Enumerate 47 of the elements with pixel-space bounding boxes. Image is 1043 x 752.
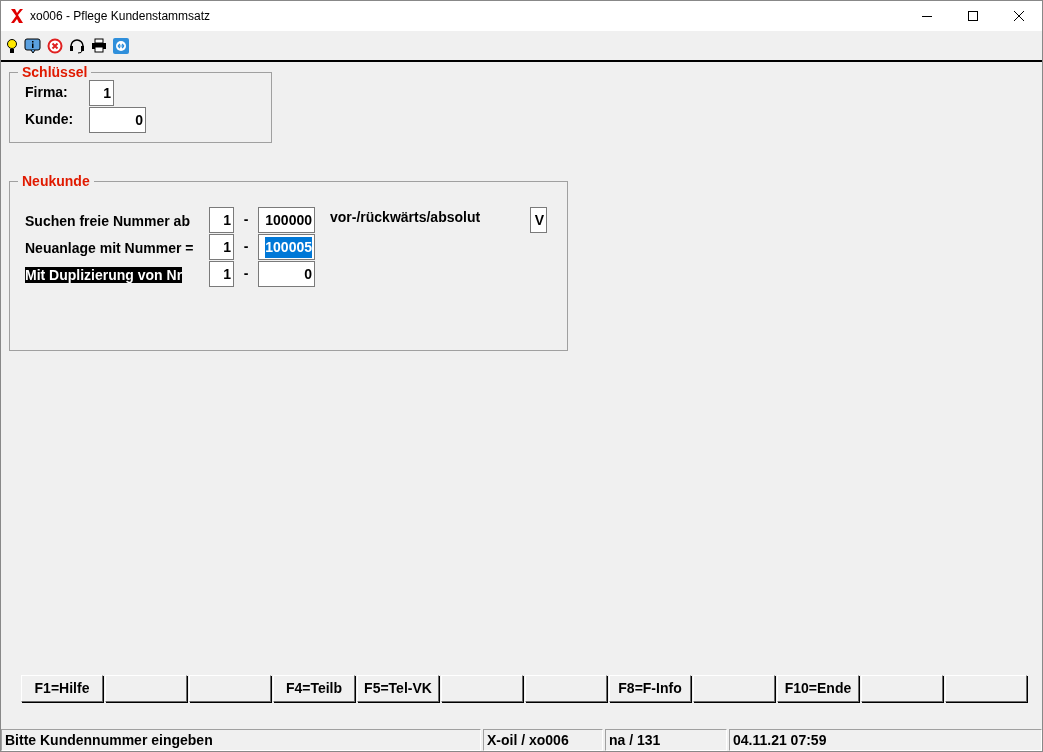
input-field[interactable]: 100005 bbox=[258, 234, 315, 260]
field-label: Suchen freie Nummer ab bbox=[25, 213, 190, 229]
empty-function-button[interactable] bbox=[105, 675, 187, 702]
app-logo-icon bbox=[10, 8, 24, 24]
empty-function-button[interactable] bbox=[693, 675, 775, 702]
empty-function-button[interactable] bbox=[945, 675, 1027, 702]
function-key-button[interactable]: F10=Ende bbox=[777, 675, 859, 702]
status-text: X-oil / xo006 bbox=[483, 729, 603, 751]
field-label: Kunde: bbox=[25, 110, 75, 129]
status-text: 04.11.21 07:59 bbox=[729, 729, 1042, 751]
empty-function-button[interactable] bbox=[441, 675, 523, 702]
field-label: Firma: bbox=[25, 83, 69, 102]
input-field[interactable]: 0 bbox=[89, 107, 146, 133]
input-field[interactable]: 1 bbox=[209, 234, 234, 260]
function-key-button[interactable]: F8=F-Info bbox=[609, 675, 691, 702]
group-title: Neukunde bbox=[18, 173, 94, 189]
function-key-button[interactable]: F5=Tel-VK bbox=[357, 675, 439, 702]
input-field[interactable]: 100000 bbox=[258, 207, 315, 233]
field-label: vor-/rückwärts/absolut bbox=[330, 208, 482, 227]
cancel-icon[interactable] bbox=[47, 37, 63, 54]
headset-icon[interactable] bbox=[69, 37, 85, 54]
field-label: Mit Duplizierung von Nr bbox=[25, 267, 183, 283]
input-field[interactable]: 0 bbox=[258, 261, 315, 287]
printer-icon[interactable] bbox=[91, 38, 107, 53]
status-text: na / 131 bbox=[605, 729, 727, 751]
info-icon[interactable] bbox=[24, 37, 41, 54]
separator-text: - bbox=[242, 264, 250, 283]
minimize-icon bbox=[922, 15, 932, 17]
maximize-icon bbox=[968, 11, 978, 21]
lightbulb-icon[interactable] bbox=[6, 37, 18, 54]
input-field[interactable]: 1 bbox=[209, 261, 234, 287]
empty-function-button[interactable] bbox=[189, 675, 271, 702]
function-key-button[interactable]: F4=Teilb bbox=[273, 675, 355, 702]
empty-function-button[interactable] bbox=[525, 675, 607, 702]
field-label: Neuanlage mit Nummer = bbox=[25, 240, 194, 256]
function-key-button[interactable]: F1=Hilfe bbox=[21, 675, 103, 702]
window-title: xo006 - Pflege Kundenstammsatz bbox=[30, 8, 211, 25]
close-icon bbox=[1014, 11, 1024, 21]
input-field[interactable]: 1 bbox=[209, 207, 234, 233]
remote-icon[interactable] bbox=[113, 37, 129, 54]
group-title: Schlüssel bbox=[18, 64, 92, 80]
separator-text: - bbox=[242, 237, 250, 256]
input-field[interactable]: 1 bbox=[89, 80, 114, 106]
input-field[interactable]: V bbox=[530, 207, 547, 233]
status-text: Bitte Kundennummer eingeben bbox=[1, 729, 481, 751]
empty-function-button[interactable] bbox=[861, 675, 943, 702]
separator-text: - bbox=[242, 210, 250, 229]
